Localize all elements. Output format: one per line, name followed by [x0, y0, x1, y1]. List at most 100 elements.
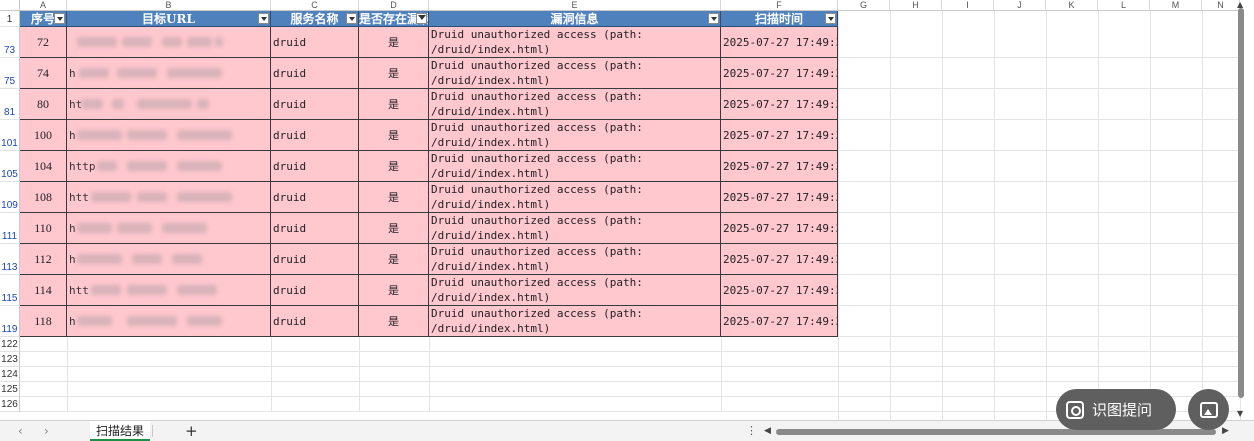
cell-info[interactable]: Druid unauthorized access (path: /druid/i…	[429, 182, 721, 213]
cell-url[interactable]	[67, 27, 271, 58]
cell-vulnerable[interactable]: 是	[359, 182, 429, 213]
image-question-button[interactable]: 识图提问	[1056, 389, 1176, 430]
row-header[interactable]: 73	[0, 27, 20, 58]
cell-seq[interactable]: 110	[20, 213, 67, 244]
row-header[interactable]: 122	[0, 337, 20, 352]
scroll-right-arrow-icon[interactable]: ▶	[1222, 426, 1229, 436]
cell-url[interactable]: htt	[67, 182, 271, 213]
cell-info[interactable]: Druid unauthorized access (path: /druid/i…	[429, 151, 721, 182]
cell-url[interactable]: h	[67, 306, 271, 337]
cell-vulnerable[interactable]: 是	[359, 58, 429, 89]
cell-vulnerable[interactable]: 是	[359, 89, 429, 120]
cell-seq[interactable]: 112	[20, 244, 67, 275]
row-header[interactable]: 75	[0, 58, 20, 89]
column-header-e[interactable]: E	[429, 0, 721, 11]
filter-dropdown-icon[interactable]	[825, 13, 836, 24]
column-header-m[interactable]: M	[1150, 0, 1202, 11]
cell-seq[interactable]: 72	[20, 27, 67, 58]
row-header[interactable]: 126	[0, 397, 20, 412]
add-sheet-button[interactable]: +	[185, 422, 198, 440]
cell-url[interactable]: h	[67, 244, 271, 275]
filter-dropdown-icon[interactable]	[258, 13, 269, 24]
cell-scan-time[interactable]: 2025-07-27 17:49:35	[721, 58, 838, 89]
more-options-icon[interactable]: ⋮	[746, 424, 757, 437]
filter-active-icon[interactable]	[416, 13, 427, 24]
cell-seq[interactable]: 80	[20, 89, 67, 120]
row-header[interactable]: 101	[0, 120, 20, 151]
column-header-f[interactable]: F	[721, 0, 838, 11]
cell-url[interactable]: http	[67, 151, 271, 182]
cell-url[interactable]: h	[67, 213, 271, 244]
cell-service[interactable]: druid	[271, 27, 359, 58]
cell-seq[interactable]: 74	[20, 58, 67, 89]
column-header-a[interactable]: A	[20, 0, 67, 11]
cell-scan-time[interactable]: 2025-07-27 17:49:35	[721, 213, 838, 244]
cell-vulnerable[interactable]: 是	[359, 27, 429, 58]
column-header-g[interactable]: G	[838, 0, 890, 11]
cell-info[interactable]: Druid unauthorized access (path: /druid/i…	[429, 120, 721, 151]
row-header[interactable]: 123	[0, 352, 20, 367]
column-header-n[interactable]: N	[1202, 0, 1240, 11]
row-header[interactable]: 111	[0, 213, 20, 244]
cell-service[interactable]: druid	[271, 244, 359, 275]
cell-service[interactable]: druid	[271, 58, 359, 89]
cell-vulnerable[interactable]: 是	[359, 151, 429, 182]
cell-url[interactable]: htt	[67, 275, 271, 306]
cell-vulnerable[interactable]: 是	[359, 120, 429, 151]
spreadsheet-grid[interactable]: ABCDEFGHIJKLMN 1 73 75 81 101 105 109 111 113 115…	[0, 0, 1254, 420]
cell-info[interactable]: Druid unauthorized access (path: /druid/i…	[429, 306, 721, 337]
select-all-corner[interactable]	[0, 0, 20, 11]
sheet-tab-scan-results[interactable]: 扫描结果	[90, 421, 151, 441]
cell-info[interactable]: Druid unauthorized access (path: /druid/i…	[429, 89, 721, 120]
cell-service[interactable]: druid	[271, 275, 359, 306]
row-header[interactable]: 105	[0, 151, 20, 182]
scroll-left-arrow-icon[interactable]: ◀	[764, 426, 771, 436]
cell-info[interactable]: Druid unauthorized access (path: /druid/i…	[429, 27, 721, 58]
cell-seq[interactable]: 100	[20, 120, 67, 151]
column-header-j[interactable]: J	[994, 0, 1046, 11]
row-header[interactable]: 109	[0, 182, 20, 213]
cell-info[interactable]: Druid unauthorized access (path: /druid/i…	[429, 275, 721, 306]
row-header[interactable]: 113	[0, 244, 20, 275]
cell-seq[interactable]: 108	[20, 182, 67, 213]
cell-seq[interactable]: 104	[20, 151, 67, 182]
cell-service[interactable]: druid	[271, 89, 359, 120]
cell-scan-time[interactable]: 2025-07-27 17:49:35	[721, 182, 838, 213]
filter-dropdown-icon[interactable]	[346, 13, 357, 24]
cell-info[interactable]: Druid unauthorized access (path: /druid/i…	[429, 244, 721, 275]
cell-service[interactable]: druid	[271, 182, 359, 213]
cell-scan-time[interactable]: 2025-07-27 17:49:35	[721, 89, 838, 120]
cell-url[interactable]: h	[67, 120, 271, 151]
row-header[interactable]: 115	[0, 275, 20, 306]
column-header-c[interactable]: C	[271, 0, 359, 11]
cell-scan-time[interactable]: 2025-07-27 17:49:35	[721, 151, 838, 182]
column-header-d[interactable]: D	[359, 0, 429, 11]
cell-url[interactable]: ht	[67, 89, 271, 120]
cell-vulnerable[interactable]: 是	[359, 213, 429, 244]
cell-scan-time[interactable]: 2025-07-27 17:49:35	[721, 306, 838, 337]
row-header[interactable]: 125	[0, 382, 20, 397]
cell-vulnerable[interactable]: 是	[359, 244, 429, 275]
cell-info[interactable]: Druid unauthorized access (path: /druid/i…	[429, 213, 721, 244]
column-header-h[interactable]: H	[890, 0, 942, 11]
filter-dropdown-icon[interactable]	[708, 13, 719, 24]
cell-scan-time[interactable]: 2025-07-27 17:49:35	[721, 275, 838, 306]
cell-vulnerable[interactable]: 是	[359, 306, 429, 337]
add-image-button[interactable]	[1188, 389, 1229, 430]
cell-service[interactable]: druid	[271, 306, 359, 337]
prev-sheet-icon[interactable]: ‹	[18, 424, 23, 438]
cell-seq[interactable]: 114	[20, 275, 67, 306]
cell-scan-time[interactable]: 2025-07-27 17:49:35	[721, 27, 838, 58]
filter-dropdown-icon[interactable]	[54, 13, 65, 24]
cell-service[interactable]: druid	[271, 213, 359, 244]
column-header-k[interactable]: K	[1046, 0, 1098, 11]
cell-url[interactable]: h	[67, 58, 271, 89]
next-sheet-icon[interactable]: ›	[44, 424, 49, 438]
row-header[interactable]: 119	[0, 306, 20, 337]
row-header-1[interactable]: 1	[0, 11, 20, 27]
cell-service[interactable]: druid	[271, 120, 359, 151]
cell-scan-time[interactable]: 2025-07-27 17:49:35	[721, 244, 838, 275]
cell-vulnerable[interactable]: 是	[359, 275, 429, 306]
cell-seq[interactable]: 118	[20, 306, 67, 337]
column-header-l[interactable]: L	[1098, 0, 1150, 11]
